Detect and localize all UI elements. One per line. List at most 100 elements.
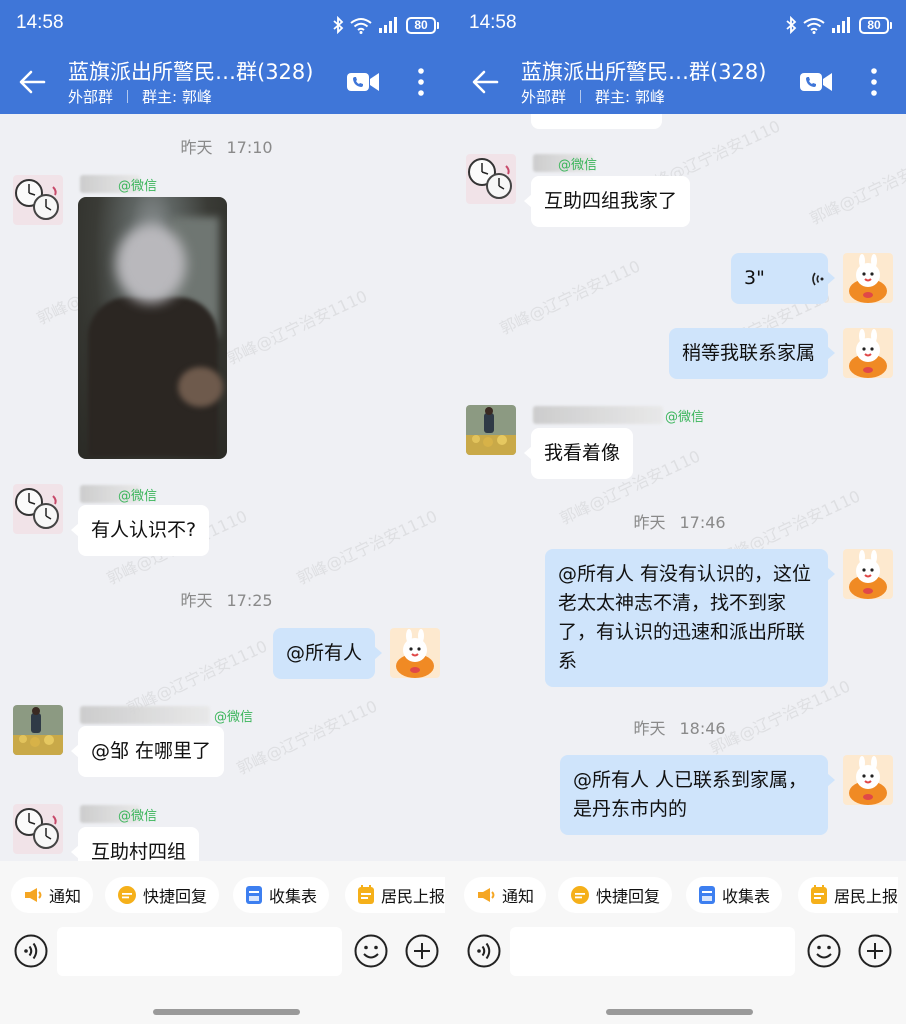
timestamp-time: 17:46 bbox=[679, 513, 726, 532]
timestamp: 昨天 18:46 bbox=[453, 715, 906, 739]
voice-input-icon[interactable] bbox=[14, 934, 48, 968]
form-icon bbox=[246, 886, 262, 904]
home-indicator[interactable] bbox=[153, 1009, 300, 1015]
rabbit-tiger-avatar-image bbox=[843, 549, 893, 599]
status-bar: 14:58 80 bbox=[453, 0, 906, 50]
message-bubble[interactable]: 我看着像 bbox=[523, 428, 634, 479]
group-title[interactable]: 蓝旗派出所警民…群(328) bbox=[68, 56, 313, 86]
my-message-bubble[interactable]: 稍等我联系家属 bbox=[668, 328, 836, 379]
message-bubble-partial[interactable] bbox=[531, 114, 662, 129]
timestamp: 昨天 17:10 bbox=[0, 134, 453, 158]
chip-notice[interactable]: 通知 bbox=[11, 877, 94, 913]
voice-duration: 3" bbox=[744, 267, 765, 289]
status-time: 14:58 bbox=[16, 12, 64, 33]
avatar[interactable] bbox=[466, 405, 516, 455]
emoji-icon[interactable] bbox=[354, 934, 388, 968]
message-list[interactable]: 郭峰@辽宁治安1110 郭峰@辽宁治安1110 郭峰@辽宁治安1110 郭峰@辽… bbox=[453, 114, 906, 861]
my-message-bubble[interactable]: @所有人 人已联系到家属，是丹东市内的 bbox=[560, 755, 835, 835]
avatar[interactable] bbox=[13, 175, 63, 225]
my-avatar[interactable] bbox=[390, 628, 440, 678]
my-avatar[interactable] bbox=[843, 549, 893, 599]
battery-level: 80 bbox=[859, 16, 889, 34]
chip-form[interactable]: 收集表 bbox=[233, 877, 330, 913]
rabbit-tiger-avatar-image bbox=[843, 253, 893, 303]
my-message-bubble[interactable]: @所有人 有没有认识的，这位老太太神志不清，找不到家了，有认识的迅速和派出所联系 bbox=[545, 549, 835, 687]
chip-label: 居民上报 bbox=[381, 887, 446, 906]
group-title[interactable]: 蓝旗派出所警民…群(328) bbox=[521, 56, 766, 86]
message-bubble[interactable]: @邹 在哪里了 bbox=[70, 726, 225, 777]
status-icons: 80 bbox=[785, 14, 892, 36]
watermark: 郭峰@辽宁治安1110 bbox=[223, 286, 371, 369]
sender-name-redacted bbox=[533, 406, 663, 424]
message-list[interactable]: 郭峰@辽宁治安1110 郭峰@辽宁治安1110 郭峰@辽宁治安1110 郭峰@辽… bbox=[0, 114, 453, 861]
my-avatar[interactable] bbox=[843, 755, 893, 805]
avatar[interactable] bbox=[13, 484, 63, 534]
sender-name-redacted bbox=[80, 706, 210, 724]
home-indicator[interactable] bbox=[606, 1009, 753, 1015]
quick-reply-icon bbox=[571, 886, 589, 904]
watermark: 郭峰@辽宁治安1110 bbox=[806, 146, 906, 229]
group-owner-label: 群主: 郭峰 bbox=[595, 88, 665, 106]
my-avatar[interactable] bbox=[843, 328, 893, 378]
chip-form[interactable]: 收集表 bbox=[686, 877, 783, 913]
timestamp-time: 18:46 bbox=[679, 719, 726, 738]
divider bbox=[127, 90, 129, 103]
watch-avatar-image bbox=[13, 175, 63, 225]
bluetooth-icon bbox=[786, 16, 797, 34]
wifi-icon bbox=[350, 17, 372, 34]
market-avatar-image bbox=[13, 705, 63, 755]
my-message-bubble[interactable]: @所有人 bbox=[272, 628, 383, 679]
voice-message-bubble[interactable]: 3" bbox=[731, 253, 835, 304]
chip-report[interactable]: 居民上报 bbox=[345, 877, 446, 913]
watch-avatar-image bbox=[13, 804, 63, 854]
more-vertical-icon[interactable] bbox=[863, 66, 885, 98]
my-avatar[interactable] bbox=[843, 253, 893, 303]
timestamp-day: 昨天 bbox=[180, 138, 213, 157]
chip-report[interactable]: 居民上报 bbox=[798, 877, 899, 913]
chip-notice[interactable]: 通知 bbox=[464, 877, 547, 913]
watch-avatar-image bbox=[13, 484, 63, 534]
quick-actions-bar: 通知 快捷回复 收集表 居民上报 bbox=[453, 861, 906, 927]
wifi-icon bbox=[803, 17, 825, 34]
quick-actions-bar: 通知 快捷回复 收集表 居民上报 bbox=[0, 861, 453, 927]
video-call-icon[interactable] bbox=[799, 70, 833, 94]
back-arrow-icon[interactable] bbox=[18, 68, 46, 96]
plus-icon[interactable] bbox=[405, 934, 439, 968]
watch-avatar-image bbox=[466, 154, 516, 204]
video-call-icon[interactable] bbox=[346, 70, 380, 94]
voice-wave-icon bbox=[812, 272, 824, 285]
chip-label: 快捷回复 bbox=[143, 887, 208, 906]
emoji-icon[interactable] bbox=[807, 934, 841, 968]
chip-label: 收集表 bbox=[269, 887, 318, 906]
back-arrow-icon[interactable] bbox=[471, 68, 499, 96]
signal-icon bbox=[379, 17, 397, 33]
message-bubble[interactable]: 互助四组我家了 bbox=[523, 176, 691, 227]
rabbit-tiger-avatar-image bbox=[843, 328, 893, 378]
status-bar: 14:58 80 bbox=[0, 0, 453, 50]
watermark: 郭峰@辽宁治安1110 bbox=[233, 696, 381, 779]
input-bar bbox=[0, 927, 453, 1024]
message-input[interactable] bbox=[510, 927, 795, 976]
chip-label: 收集表 bbox=[722, 887, 771, 906]
status-time: 14:58 bbox=[469, 12, 517, 33]
message-bubble[interactable]: 有人认识不? bbox=[70, 505, 210, 556]
avatar[interactable] bbox=[466, 154, 516, 204]
avatar[interactable] bbox=[13, 705, 63, 755]
timestamp-time: 17:25 bbox=[226, 591, 273, 610]
more-vertical-icon[interactable] bbox=[410, 66, 432, 98]
avatar[interactable] bbox=[13, 804, 63, 854]
image-message[interactable] bbox=[78, 197, 227, 459]
message-bubble[interactable]: 互助村四组 bbox=[70, 827, 200, 861]
report-icon bbox=[358, 885, 374, 904]
message-input[interactable] bbox=[57, 927, 342, 976]
chip-quick-reply[interactable]: 快捷回复 bbox=[558, 877, 673, 913]
group-subtitle: 外部群 群主: 郭峰 bbox=[68, 86, 212, 107]
watermark: 郭峰@辽宁治安1110 bbox=[293, 506, 441, 589]
chip-label: 通知 bbox=[502, 887, 535, 906]
group-owner-label: 群主: 郭峰 bbox=[142, 88, 212, 106]
input-bar bbox=[453, 927, 906, 1024]
rabbit-tiger-avatar-image bbox=[390, 628, 440, 678]
voice-input-icon[interactable] bbox=[467, 934, 501, 968]
chip-quick-reply[interactable]: 快捷回复 bbox=[105, 877, 220, 913]
plus-icon[interactable] bbox=[858, 934, 892, 968]
